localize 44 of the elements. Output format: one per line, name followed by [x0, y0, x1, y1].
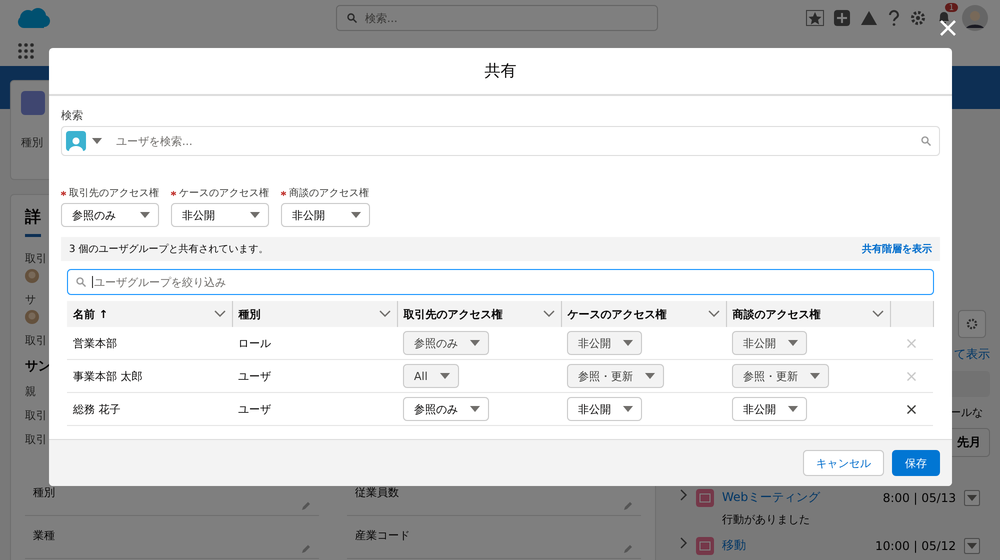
column-header[interactable]: 商談のアクセス権	[726, 301, 890, 327]
filter-field[interactable]: ユーザグループを絞り込み	[67, 269, 934, 295]
field-label: サ	[25, 292, 36, 307]
access-dropdown[interactable]: 参照のみ	[403, 397, 489, 421]
table-cell: ロール	[232, 327, 397, 360]
field-label: 取引	[25, 333, 47, 348]
access-dropdown[interactable]: 非公開	[281, 203, 370, 227]
column-header[interactable]: 取引先のアクセス権	[397, 301, 561, 327]
table-cell: ユーザ	[232, 392, 397, 426]
field-label: ケースのアクセス権	[179, 186, 269, 200]
field-label: 種別	[33, 485, 55, 501]
hierarchy-link[interactable]: 共有階層を表示	[862, 242, 932, 256]
notification-badge: 1	[944, 2, 958, 12]
table-cell: 総務 花子	[67, 392, 232, 426]
table-cell: 事業本部 太郎	[67, 360, 232, 392]
share-summary: 3 個のユーザグループと共有されています。	[69, 242, 269, 256]
column-header[interactable]: 名前 ↑	[67, 301, 232, 327]
field-label: 商談のアクセス権	[289, 186, 369, 200]
field-label: 業種	[33, 528, 55, 544]
field-label: 検索	[61, 108, 84, 123]
column-header[interactable]: ケースのアクセス権	[561, 301, 726, 327]
event-note: 行動がありました	[722, 512, 811, 527]
table-cell: ユーザ	[232, 360, 397, 392]
event-time: 8:00 | 05/13	[882, 490, 956, 504]
dialog-title: 共有	[484, 60, 516, 82]
access-dropdown[interactable]: 非公開	[567, 397, 642, 421]
field-label: 取引先のアクセス権	[69, 186, 159, 200]
access-dropdown[interactable]: 非公開	[171, 203, 269, 227]
field-label: 従業員数	[355, 485, 399, 501]
access-dropdown[interactable]: 参照のみ	[61, 203, 159, 227]
field-label: 取引	[25, 251, 47, 266]
event-time: 10:00 | 05/12	[875, 538, 956, 552]
field-label: 種別	[21, 135, 43, 150]
field-label: 取引	[25, 432, 47, 447]
table-cell: 営業本部	[67, 327, 232, 360]
column-header[interactable]: 種別	[232, 301, 397, 327]
field-label: 親	[25, 384, 36, 399]
field-label: 産業コード	[355, 528, 410, 544]
access-dropdown[interactable]: 非公開	[732, 397, 807, 421]
field-label: 取引	[25, 408, 47, 423]
details-tab[interactable]: 詳	[25, 207, 41, 237]
cancel-button[interactable]: キャンセル	[803, 450, 884, 476]
user-search-field[interactable]: ユーザを検索...	[61, 126, 940, 156]
save-button[interactable]: 保存	[892, 450, 940, 476]
